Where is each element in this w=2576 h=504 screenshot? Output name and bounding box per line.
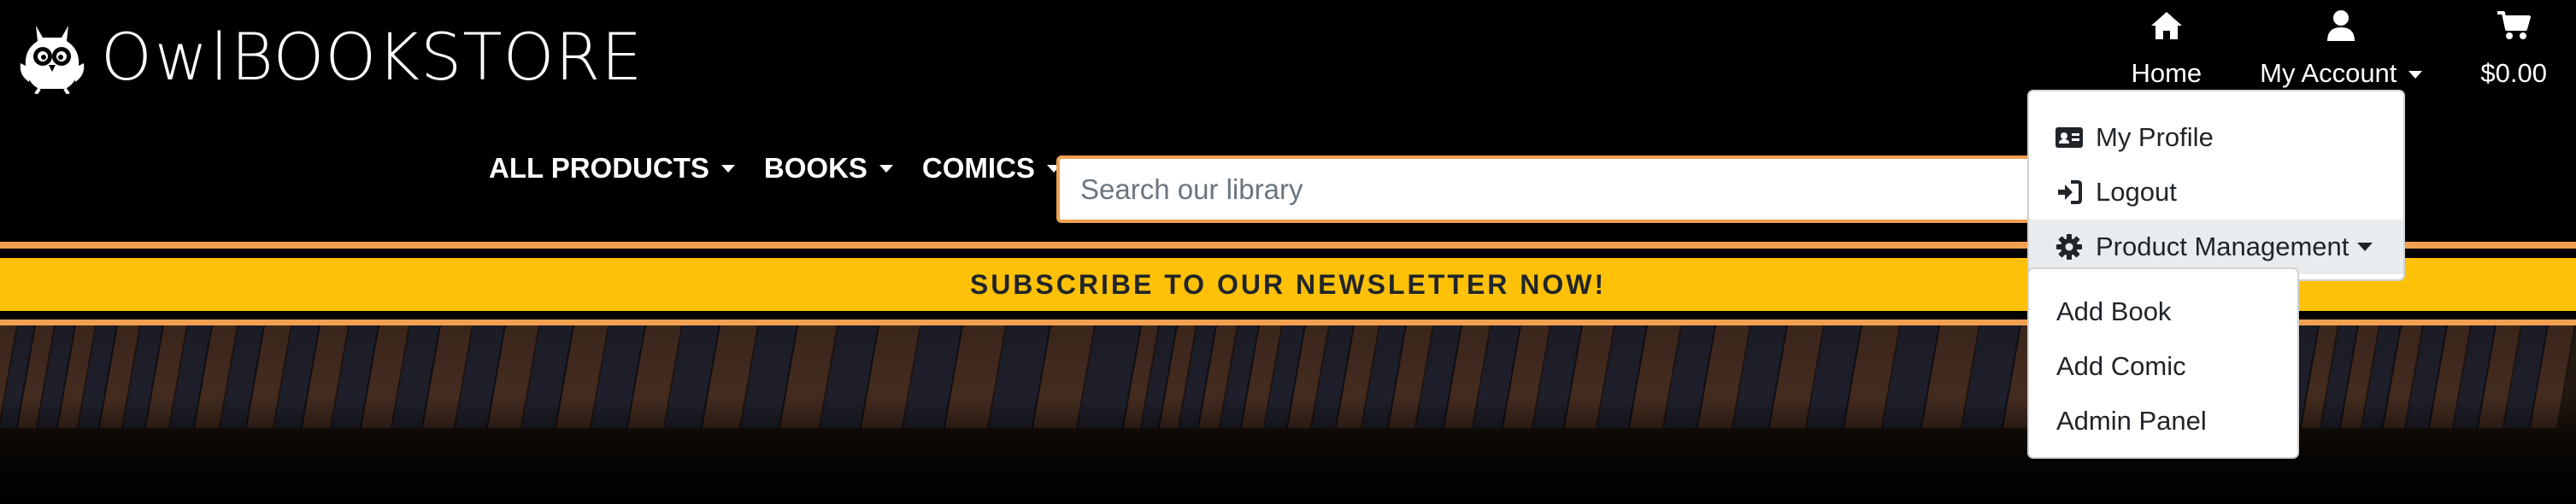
add-comic-menu-item[interactable]: Add Comic	[2029, 339, 2297, 394]
owl-logo-icon	[20, 26, 85, 94]
chevron-down-icon	[2357, 243, 2373, 251]
top-nav: Home My Account $0.00	[2131, 7, 2547, 86]
id-card-icon	[2055, 123, 2084, 152]
gear-icon	[2055, 232, 2084, 261]
books-label: BOOKS	[763, 152, 867, 184]
logo-text-owl: Owl	[101, 19, 232, 95]
search-input[interactable]	[1060, 159, 2061, 220]
chevron-down-icon	[879, 164, 893, 173]
home-label: Home	[2131, 58, 2203, 88]
sign-in-icon	[2055, 178, 2084, 207]
site-logo[interactable]: OwlBOOKSTORE	[17, 19, 643, 96]
my-account-text: My Account	[2260, 58, 2397, 88]
product-management-submenu: Add Book Add Comic Admin Panel	[2027, 267, 2299, 459]
home-icon	[2150, 7, 2184, 44]
logout-menu-item[interactable]: Logout	[2029, 165, 2403, 220]
account-dropdown-menu: My Profile Logout Product Management	[2027, 90, 2405, 281]
cart-icon	[2496, 7, 2532, 44]
newsletter-banner-text: SUBSCRIBE TO OUR NEWSLETTER NOW!	[969, 268, 1607, 300]
admin-panel-menu-item[interactable]: Admin Panel	[2029, 394, 2297, 448]
logo-text-bookstore: BOOKSTORE	[231, 19, 644, 95]
user-icon	[2326, 7, 2355, 44]
all-products-label: ALL PRODUCTS	[489, 152, 709, 184]
all-products-dropdown[interactable]: ALL PRODUCTS	[489, 152, 735, 185]
product-management-menu-item[interactable]: Product Management	[2029, 220, 2403, 274]
admin-panel-label: Admin Panel	[2056, 406, 2207, 436]
logo-text: OwlBOOKSTORE	[101, 25, 643, 90]
my-account-label: My Account	[2260, 58, 2423, 88]
chevron-down-icon	[720, 164, 735, 173]
comics-dropdown[interactable]: COMICS	[922, 152, 1061, 185]
books-dropdown[interactable]: BOOKS	[764, 152, 893, 185]
logout-label: Logout	[2096, 177, 2177, 207]
add-book-menu-item[interactable]: Add Book	[2029, 284, 2297, 339]
product-management-label: Product Management	[2096, 231, 2350, 261]
my-profile-menu-item[interactable]: My Profile	[2029, 110, 2403, 165]
home-link[interactable]: Home	[2131, 7, 2202, 86]
cart-total: $0.00	[2480, 58, 2547, 88]
add-book-label: Add Book	[2056, 296, 2172, 326]
cart-link[interactable]: $0.00	[2480, 7, 2547, 86]
chevron-down-icon	[2408, 71, 2423, 79]
my-profile-label: My Profile	[2096, 122, 2214, 152]
my-account-toggle[interactable]: My Account	[2260, 7, 2423, 88]
add-comic-label: Add Comic	[2056, 351, 2186, 381]
search-box	[1056, 155, 2065, 223]
category-nav: ALL PRODUCTS BOOKS COMICS	[489, 152, 1090, 185]
comics-label: COMICS	[921, 152, 1035, 184]
